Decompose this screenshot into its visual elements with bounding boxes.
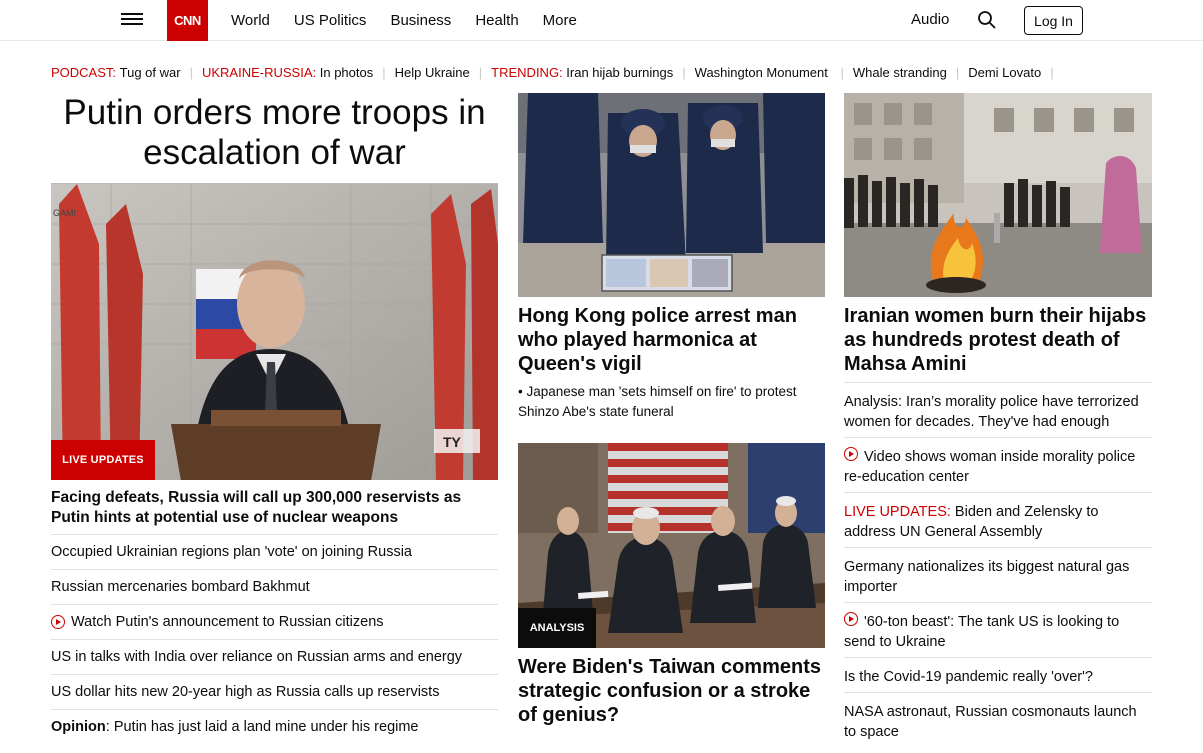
divider: | [682,64,686,80]
list-item[interactable]: Is the Covid-19 pandemic really 'over'? [844,657,1152,692]
list-item[interactable]: US in talks with India over reliance on … [51,639,498,674]
nav-us-politics[interactable]: US Politics [294,12,367,29]
live-updates-label: LIVE UPDATES: [844,504,951,520]
divider: | [955,64,960,80]
trending-label: UKRAINE-RUSSIA: [201,64,317,80]
nav-health[interactable]: Health [475,12,518,29]
japan-protest-link[interactable]: • Japanese man 'sets himself on fire' to… [518,382,825,422]
divider: | [836,64,844,80]
hong-kong-photo[interactable] [518,93,825,297]
list-item[interactable]: Video shows woman inside morality police… [844,437,1152,492]
list-item[interactable]: Germany nationalizes its biggest natural… [844,547,1152,602]
live-updates-badge[interactable]: LIVE UPDATES [51,440,155,480]
putin-image: TY GAMI [51,184,498,480]
play-video-icon [844,612,858,626]
list-item-text: Video shows woman inside morality police… [844,449,1136,485]
iran-protest-photo[interactable] [844,93,1152,297]
list-item-text: US in talks with India over reliance on … [51,649,463,665]
hong-kong-image [518,93,825,297]
trending-text: Help Ukraine [394,64,470,80]
trending-item[interactable]: Whale stranding [853,65,947,80]
putin-photo[interactable]: TY GAMI [51,183,498,480]
trending-text: Demi Lovato [968,64,1042,80]
nav-business[interactable]: Business [390,12,451,29]
list-item[interactable]: '60-ton beast': The tank US is looking t… [844,602,1152,657]
nav-world[interactable]: World [231,12,270,29]
list-item[interactable]: Opinion: Putin has just laid a land mine… [51,709,498,744]
trending-label: PODCAST: [51,64,117,80]
cnn-logo[interactable]: CNN [167,0,208,41]
opinion-label: Opinion [51,719,106,735]
list-item-text: : Putin has just laid a land mine under … [105,719,419,735]
iran-headline[interactable]: Iranian women burn their hijabs as hundr… [844,304,1152,376]
trending-item[interactable]: Demi Lovato [968,65,1041,80]
divider: | [478,64,483,80]
list-item-text: Russian mercenaries bombard Bakhmut [51,579,310,595]
list-item-text: '60-ton beast': The tank US is looking t… [844,614,1120,650]
trending-label: TRENDING: [491,64,563,80]
list-item-text: NASA astronaut, Russian cosmonauts launc… [844,704,1137,740]
login-button[interactable]: Log In [1024,6,1083,35]
hong-kong-headline[interactable]: Hong Kong police arrest man who played h… [518,304,825,376]
analysis-badge[interactable]: ANALYSIS [518,608,596,648]
trending-text: Whale stranding [852,64,947,80]
play-video-icon [51,615,65,629]
iran-protest-image [844,93,1152,297]
main-headline[interactable]: Putin orders more troops in escalation o… [51,93,498,173]
trending-text: In photos [319,64,374,80]
list-item[interactable]: Watch Putin's announcement to Russian ci… [51,604,498,639]
right-link-list: Analysis: Iran’s morality police have te… [844,382,1152,747]
list-item-text: Analysis: Iran’s morality police have te… [844,394,1139,430]
audio-link[interactable]: Audio [911,11,949,28]
trending-text: Washington Monument [694,64,828,80]
list-item[interactable]: NASA astronaut, Russian cosmonauts launc… [844,692,1152,747]
main-nav: World US Politics Business Health More [231,0,601,41]
trending-item[interactable]: UKRAINE-RUSSIA: In photos [202,65,373,80]
divider: | [382,64,386,80]
play-video-icon [844,447,858,461]
list-item[interactable]: Russian mercenaries bombard Bakhmut [51,569,498,604]
site-header: CNN World US Politics Business Health Mo… [0,0,1203,41]
trending-item[interactable]: PODCAST: Tug of war [51,65,181,80]
menu-icon[interactable] [121,10,143,30]
list-item[interactable]: Occupied Ukrainian regions plan 'vote' o… [51,534,498,569]
list-item-text: US dollar hits new 20-year high as Russi… [51,684,440,700]
search-icon[interactable] [977,10,997,30]
logo-text: CNN [174,13,201,28]
trending-text: Iran hijab burnings [566,64,674,80]
putin-subhead[interactable]: Facing defeats, Russia will call up 300,… [51,488,498,528]
divider: | [1050,64,1054,80]
trending-text: Tug of war [119,64,181,80]
list-item-text: Germany nationalizes its biggest natural… [844,559,1130,595]
trending-item[interactable]: Washington Monument [695,65,828,80]
left-link-list: Occupied Ukrainian regions plan 'vote' o… [51,534,498,744]
list-item[interactable]: Analysis: Iran’s morality police have te… [844,382,1152,437]
trending-bar: PODCAST: Tug of war | UKRAINE-RUSSIA: In … [51,63,1063,81]
list-item-text: Occupied Ukrainian regions plan 'vote' o… [51,544,412,560]
biden-headline[interactable]: Were Biden's Taiwan comments strategic c… [518,655,825,727]
trending-item[interactable]: TRENDING: Iran hijab burnings [491,65,673,80]
nav-more[interactable]: More [543,12,577,29]
list-item-text: Watch Putin's announcement to Russian ci… [71,614,384,630]
svg-text:TY: TY [443,434,462,450]
divider: | [189,64,193,80]
trending-item[interactable]: Help Ukraine [395,65,470,80]
list-item-text: Is the Covid-19 pandemic really 'over'? [844,669,1093,685]
list-item[interactable]: US dollar hits new 20-year high as Russi… [51,674,498,709]
svg-text:GAMI: GAMI [53,208,76,218]
list-item[interactable]: LIVE UPDATES: Biden and Zelensky to addr… [844,492,1152,547]
